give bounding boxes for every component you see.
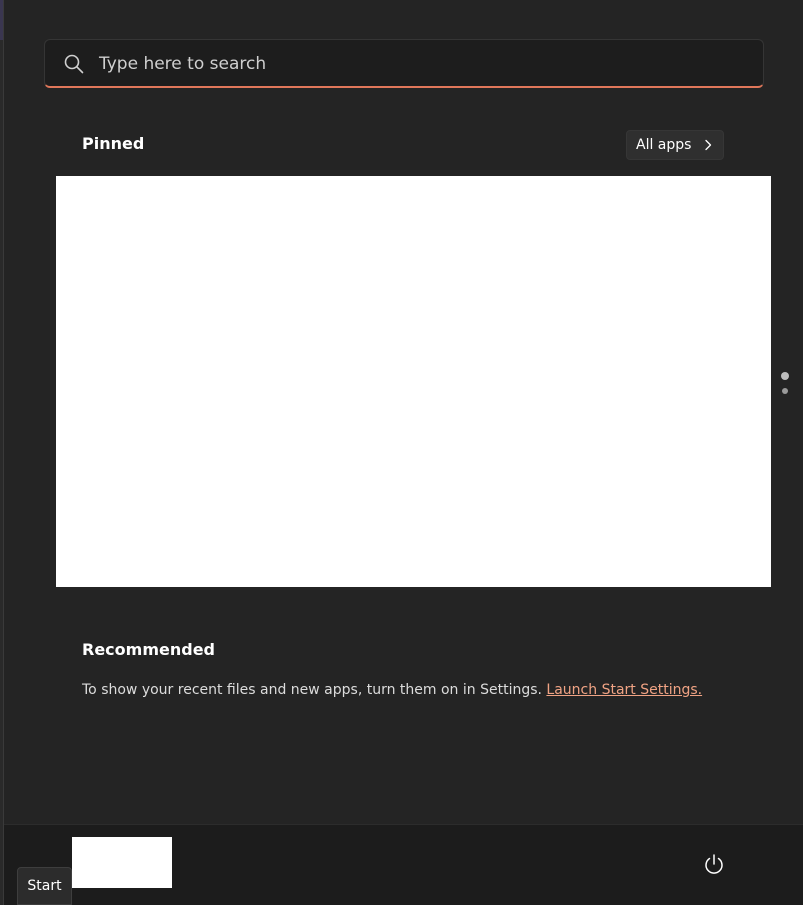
- pinned-apps-grid[interactable]: [56, 176, 771, 587]
- power-icon[interactable]: [700, 851, 728, 879]
- search-input[interactable]: Type here to search: [99, 53, 266, 75]
- search-box[interactable]: Type here to search: [44, 39, 764, 88]
- search-icon: [64, 54, 84, 74]
- pinned-page-indicator[interactable]: [780, 372, 790, 398]
- all-apps-label: All apps: [636, 137, 692, 153]
- page-dot-2[interactable]: [782, 388, 788, 394]
- start-menu: Type here to search Pinned All apps Reco…: [3, 0, 803, 905]
- recommended-message-text: To show your recent files and new apps, …: [82, 682, 542, 698]
- user-account-button[interactable]: [72, 837, 172, 888]
- start-menu-footer: [4, 824, 803, 905]
- page-dot-1[interactable]: [781, 372, 789, 380]
- chevron-right-icon: [705, 139, 712, 151]
- recommended-title: Recommended: [82, 640, 215, 659]
- pinned-title: Pinned: [82, 134, 145, 153]
- launch-start-settings-link[interactable]: Launch Start Settings.: [546, 682, 702, 698]
- start-tooltip: Start: [17, 867, 72, 905]
- recommended-message: To show your recent files and new apps, …: [82, 682, 702, 698]
- all-apps-button[interactable]: All apps: [626, 130, 724, 160]
